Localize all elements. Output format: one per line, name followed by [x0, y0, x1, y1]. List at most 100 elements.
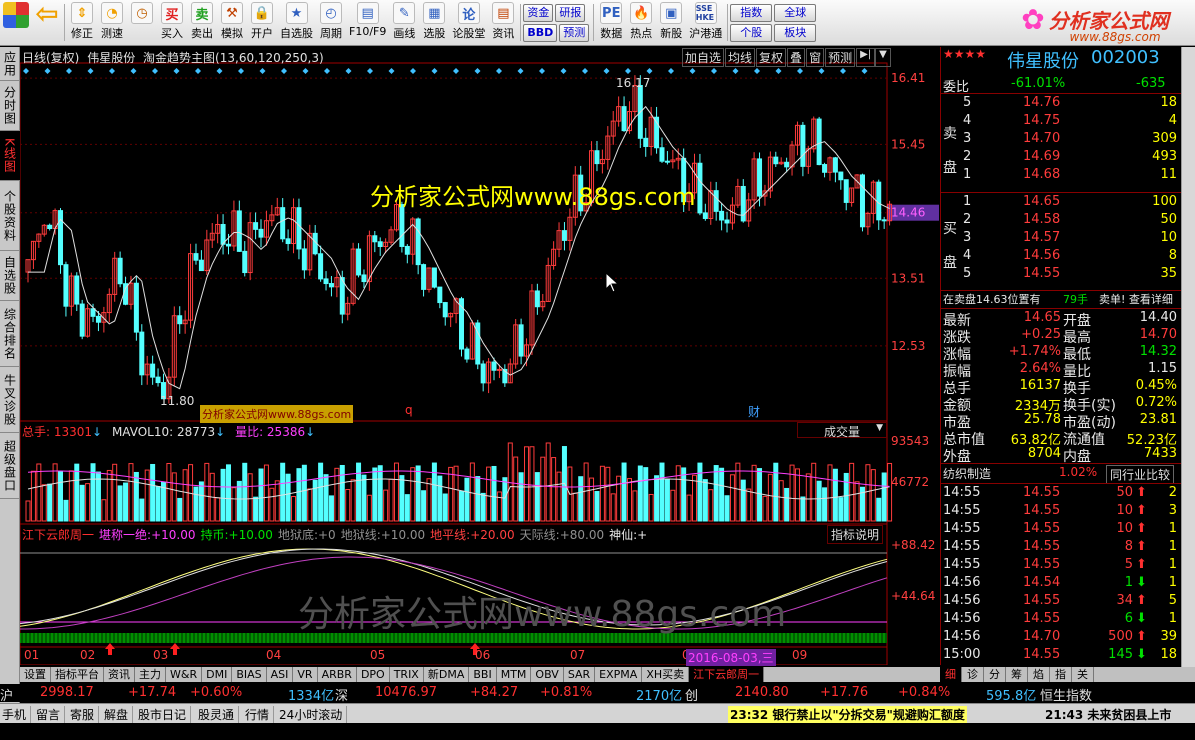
tb-13[interactable]: ▦ 选股	[419, 0, 449, 45]
indicator-help-button[interactable]: 指标说明	[827, 525, 884, 544]
tb-10[interactable]: ◴ 周期	[316, 0, 346, 45]
index-name[interactable]: 创	[685, 685, 698, 704]
indicator-tab-19[interactable]: 江下云郎周一	[689, 667, 765, 682]
indicator-tab-4[interactable]: W&R	[166, 667, 203, 682]
chart-button-1[interactable]: 均线	[725, 48, 756, 67]
chart-canvas[interactable]: 16.4115.4514.4613.5112.5314.469354346772…	[20, 47, 939, 665]
tb2-3[interactable]: SSE HKE 沪港通	[686, 0, 725, 45]
quote-side-tab-0[interactable]: 细	[940, 667, 962, 682]
indicator-tab-8[interactable]: VR	[293, 667, 318, 682]
tb-4[interactable]: ◷	[127, 0, 157, 45]
tb2-1[interactable]: 🔥 热点	[626, 0, 656, 45]
status-item-6[interactable]: 行情	[245, 706, 275, 723]
indicator-tab-18[interactable]: XH买卖	[642, 667, 690, 682]
chart-button-4[interactable]: 窗	[806, 48, 825, 67]
indicator-tab-13[interactable]: BBI	[469, 667, 497, 682]
left-tab-6[interactable]: 牛叉诊股	[0, 367, 20, 433]
research-button[interactable]: 研报	[555, 4, 586, 22]
stock-button[interactable]: 个股	[730, 24, 773, 42]
status-item-3[interactable]: 解盘	[104, 706, 134, 723]
status-item-1[interactable]: 留言	[36, 706, 66, 723]
tb-3[interactable]: ◔ 测速	[97, 0, 127, 45]
tb-2[interactable]: ⇕ 修正	[67, 0, 97, 45]
global-button[interactable]: 全球	[774, 4, 817, 22]
tb-12[interactable]: ✎ 画线	[389, 0, 419, 45]
left-tab-3[interactable]: 个股资料	[0, 181, 20, 251]
vertical-scrollbar[interactable]	[1181, 47, 1195, 667]
tb2-0[interactable]: PE 数据	[596, 0, 626, 45]
tb-7[interactable]: ⚒ 模拟	[217, 0, 247, 45]
volume-bar	[74, 463, 80, 522]
tb-14[interactable]: 论论股堂	[449, 0, 488, 45]
quote-side-tab-3[interactable]: 筹	[1006, 667, 1028, 682]
left-tab-0[interactable]: 应用	[0, 47, 20, 81]
bbd-button[interactable]: BBD	[523, 24, 558, 42]
indicator-tab-0[interactable]: 设置	[20, 667, 51, 682]
menu-dropdown-icon[interactable]: ▼	[875, 48, 891, 67]
back-button[interactable]: ⇦	[32, 0, 62, 45]
indicator-tab-12[interactable]: 新DMA	[424, 667, 470, 682]
volume-bar	[388, 478, 394, 522]
select-icon: ▦	[423, 2, 446, 24]
indicator-tab-11[interactable]: TRIX	[390, 667, 424, 682]
expand-icon[interactable]: ▶|	[856, 48, 876, 67]
indicator-tab-1[interactable]: 指标平台	[51, 667, 104, 682]
quote-side-tab-6[interactable]: 关	[1072, 667, 1094, 682]
chart-area[interactable]: 16.4115.4514.4613.5112.5314.469354346772…	[20, 47, 939, 666]
tb-15[interactable]: ▤ 资讯	[488, 0, 518, 45]
tb-label: 论股堂	[452, 27, 486, 40]
forecast-button[interactable]: 预测	[559, 24, 590, 42]
indicator-tab-16[interactable]: SAR	[564, 667, 596, 682]
quote-side-tab-5[interactable]: 指	[1050, 667, 1072, 682]
chart-button-5[interactable]: 预测	[825, 48, 856, 67]
tb-5[interactable]: 买买入	[157, 0, 187, 45]
indicator-tab-6[interactable]: BIAS	[232, 667, 267, 682]
indicator-tab-17[interactable]: EXPMA	[595, 667, 643, 682]
tb-6[interactable]: 卖卖出	[187, 0, 217, 45]
indicator-tab-7[interactable]: ASI	[267, 667, 294, 682]
tb2-2[interactable]: ▣ 新股	[656, 0, 686, 45]
indicator-tab-10[interactable]: DPO	[357, 667, 390, 682]
tb-11[interactable]: ▤ F10/F9	[346, 0, 389, 45]
left-tab-2[interactable]: K线图	[0, 131, 20, 181]
index-name[interactable]: 沪	[0, 685, 13, 704]
index-button[interactable]: 指数	[730, 4, 773, 22]
status-item-2[interactable]: 寄服	[70, 706, 100, 723]
buy-signal-arrow-icon	[105, 643, 115, 655]
volume-bar	[534, 472, 540, 522]
index-name[interactable]: 深	[335, 685, 348, 704]
left-tab-7[interactable]: 超级盘口	[0, 433, 20, 499]
sector-button[interactable]: 板块	[774, 24, 817, 42]
toolbar-logo[interactable]	[0, 0, 32, 45]
left-tab-4[interactable]: 自选股	[0, 251, 20, 301]
news-ticker-2[interactable]: 21:43 未来贫困县上市	[1045, 706, 1171, 723]
indicator-tab-14[interactable]: MTM	[497, 667, 532, 682]
status-item-4[interactable]: 股市日记	[138, 706, 192, 723]
tb-9[interactable]: ★ 自选股	[277, 0, 316, 45]
status-item-7[interactable]: 24小时滚动	[279, 706, 348, 723]
indicator-tab-15[interactable]: OBV	[531, 667, 564, 682]
industry-compare-button[interactable]: 同行业比较	[1106, 465, 1175, 484]
indicator-tab-9[interactable]: ARBR	[318, 667, 357, 682]
status-item-5[interactable]: 股灵通	[198, 706, 240, 723]
left-tab-5[interactable]: 综合排名	[0, 301, 20, 367]
volume-indicator-dropdown[interactable]: 成交量 ▼	[797, 422, 887, 439]
chart-button-3[interactable]: 叠	[787, 48, 806, 67]
status-item-0[interactable]: 手机	[2, 706, 32, 723]
volume-bar	[312, 479, 318, 522]
indicator-tab-2[interactable]: 资讯	[104, 667, 135, 682]
chart-button-0[interactable]: 加自选	[682, 48, 725, 67]
left-tab-1[interactable]: 分时图	[0, 81, 20, 131]
indicator-tab-3[interactable]: 主力	[135, 667, 166, 682]
volume-bar	[123, 482, 129, 522]
quote-side-tab-2[interactable]: 分	[984, 667, 1006, 682]
fund-button[interactable]: 资金	[523, 4, 554, 22]
quote-side-tab-1[interactable]: 诊	[962, 667, 984, 682]
chart-button-2[interactable]: 复权	[756, 48, 787, 67]
quote-side-tab-4[interactable]: 焰	[1028, 667, 1050, 682]
news-ticker-1[interactable]: 23:32 银行禁止以"分拆交易"规避购汇额度	[728, 706, 967, 723]
tb-8[interactable]: 🔒 开户	[247, 0, 277, 45]
indicator-tab-5[interactable]: DMI	[202, 667, 233, 682]
cell: 7433	[1143, 446, 1177, 461]
index-name[interactable]: 恒生指数	[1040, 685, 1092, 704]
